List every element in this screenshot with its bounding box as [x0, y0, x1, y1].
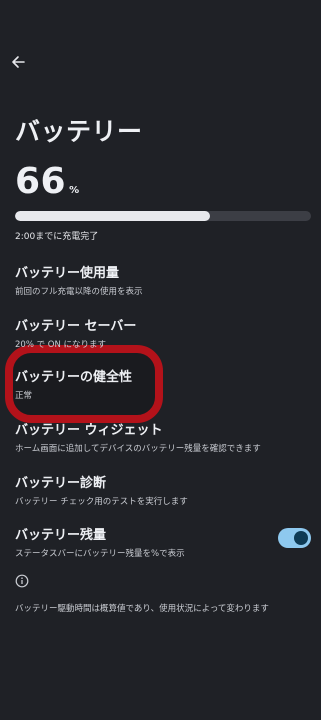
- battery-saver-subtitle: 20% で ON になります: [15, 340, 107, 350]
- battery-percentage-item[interactable]: バッテリー残量 ステータスバーにバッテリー残量を%で表示: [15, 524, 265, 559]
- battery-health-item[interactable]: バッテリーの健全性 正常: [15, 366, 311, 401]
- battery-health-title: バッテリーの健全性: [15, 370, 133, 385]
- back-button[interactable]: [9, 53, 27, 71]
- battery-health-subtitle: 正常: [15, 391, 33, 401]
- battery-saver-title: バッテリー セーバー: [15, 319, 137, 334]
- battery-progress-fill: [15, 211, 211, 221]
- battery-usage-item[interactable]: バッテリー使用量 前回のフル充電以降の使用を表示: [15, 262, 311, 297]
- battery-diagnostics-title: バッテリー診断: [15, 476, 107, 491]
- battery-percentage-subtitle: ステータスバーにバッテリー残量を%で表示: [15, 549, 185, 559]
- battery-level: 66%: [15, 161, 79, 202]
- battery-widget-title: バッテリー ウィジェット: [15, 423, 163, 438]
- arrow-left-icon: [12, 56, 25, 68]
- battery-usage-subtitle: 前回のフル充電以降の使用を表示: [15, 287, 143, 297]
- battery-usage-title: バッテリー使用量: [15, 266, 120, 281]
- battery-progress-bar: [15, 211, 311, 221]
- battery-widget-item[interactable]: バッテリー ウィジェット ホーム画面に追加してデバイスのバッテリー残量を確認でき…: [15, 419, 311, 454]
- battery-level-value: 66: [15, 161, 67, 202]
- battery-widget-subtitle: ホーム画面に追加してデバイスのバッテリー残量を確認できます: [15, 444, 261, 454]
- page-title: バッテリー: [15, 117, 143, 146]
- charge-status: 2:00までに充電完了: [15, 232, 99, 242]
- footnote-text: バッテリー駆動時間は概算値であり、使用状況によって変わります: [15, 604, 269, 614]
- battery-level-unit: %: [69, 185, 80, 196]
- info-circle-icon: [15, 574, 29, 588]
- battery-diagnostics-subtitle: バッテリー チェック用のテストを実行します: [15, 497, 188, 507]
- battery-percentage-title: バッテリー残量: [15, 528, 107, 543]
- toggle-knob: [294, 531, 308, 545]
- battery-diagnostics-item[interactable]: バッテリー診断 バッテリー チェック用のテストを実行します: [15, 472, 311, 507]
- battery-saver-item[interactable]: バッテリー セーバー 20% で ON になります: [15, 315, 311, 350]
- battery-percentage-toggle[interactable]: [278, 528, 311, 548]
